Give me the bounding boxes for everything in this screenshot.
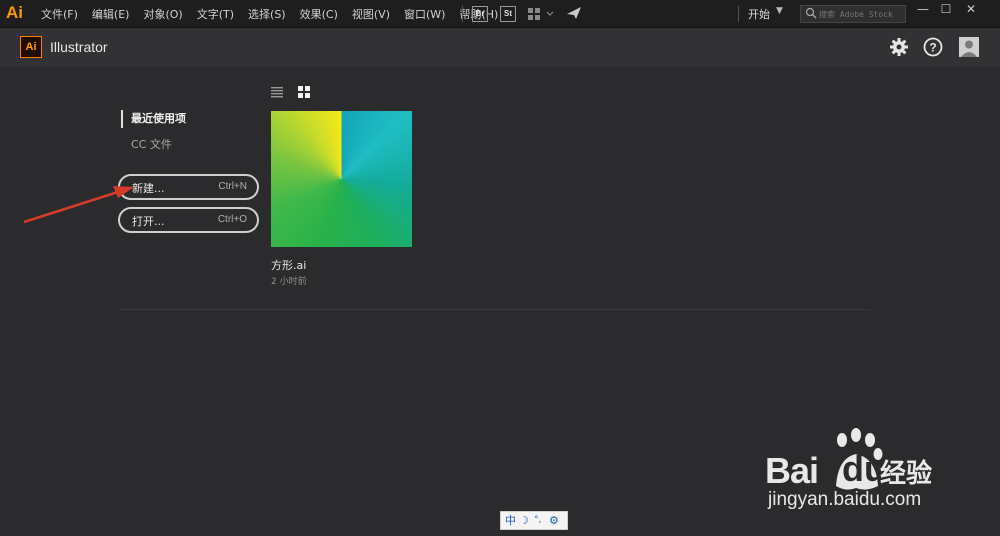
ime-mode[interactable]: 中 xyxy=(505,512,516,529)
section-divider xyxy=(120,309,870,310)
workspace-switcher[interactable]: 开始 xyxy=(748,6,770,22)
bridge-button[interactable]: Br xyxy=(472,6,488,22)
stock-button[interactable]: St xyxy=(500,6,516,22)
list-view-icon[interactable] xyxy=(271,86,283,98)
minimize-button[interactable]: — xyxy=(914,2,932,16)
menu-view[interactable]: 视图(V) xyxy=(345,6,397,22)
menu-separator xyxy=(738,6,739,22)
new-button-shortcut: Ctrl+N xyxy=(218,181,247,192)
open-button-shortcut: Ctrl+O xyxy=(217,214,247,225)
close-button[interactable]: ✕ xyxy=(962,2,980,16)
watermark-url: jingyan.baidu.com xyxy=(768,489,922,510)
svg-text:?: ? xyxy=(929,41,936,55)
chevron-down-icon[interactable]: ▼ xyxy=(776,6,783,16)
file-name[interactable]: 方形.ai xyxy=(271,257,306,273)
annotation-arrow-icon xyxy=(23,186,134,224)
watermark-text: 经验 xyxy=(880,459,933,489)
menu-window[interactable]: 窗口(W) xyxy=(397,6,452,22)
file-modified-time: 2 小时前 xyxy=(271,277,307,287)
gear-icon[interactable] xyxy=(889,37,909,57)
stock-search-input[interactable] xyxy=(819,6,903,22)
grid-view-icon[interactable] xyxy=(298,86,310,98)
help-icon[interactable]: ? xyxy=(923,37,943,57)
search-icon xyxy=(805,7,817,19)
menu-select[interactable]: 选择(S) xyxy=(241,6,293,22)
punctuation-icon[interactable]: °, xyxy=(534,512,541,529)
ime-toolbar[interactable]: 中 ☽ °, ⚙ xyxy=(500,511,568,530)
arrange-documents-icon[interactable] xyxy=(527,7,557,21)
file-thumbnail[interactable] xyxy=(271,111,412,247)
moon-icon[interactable]: ☽ xyxy=(519,512,529,529)
menu-effect[interactable]: 效果(C) xyxy=(293,6,345,22)
ime-settings-icon[interactable]: ⚙ xyxy=(549,512,559,529)
watermark-brand: Bai xyxy=(765,450,819,491)
maximize-button[interactable]: ☐ xyxy=(937,2,955,16)
account-icon[interactable] xyxy=(959,37,979,57)
menu-separator xyxy=(462,6,463,22)
send-feedback-icon[interactable] xyxy=(566,6,582,20)
stock-search[interactable] xyxy=(800,5,906,23)
